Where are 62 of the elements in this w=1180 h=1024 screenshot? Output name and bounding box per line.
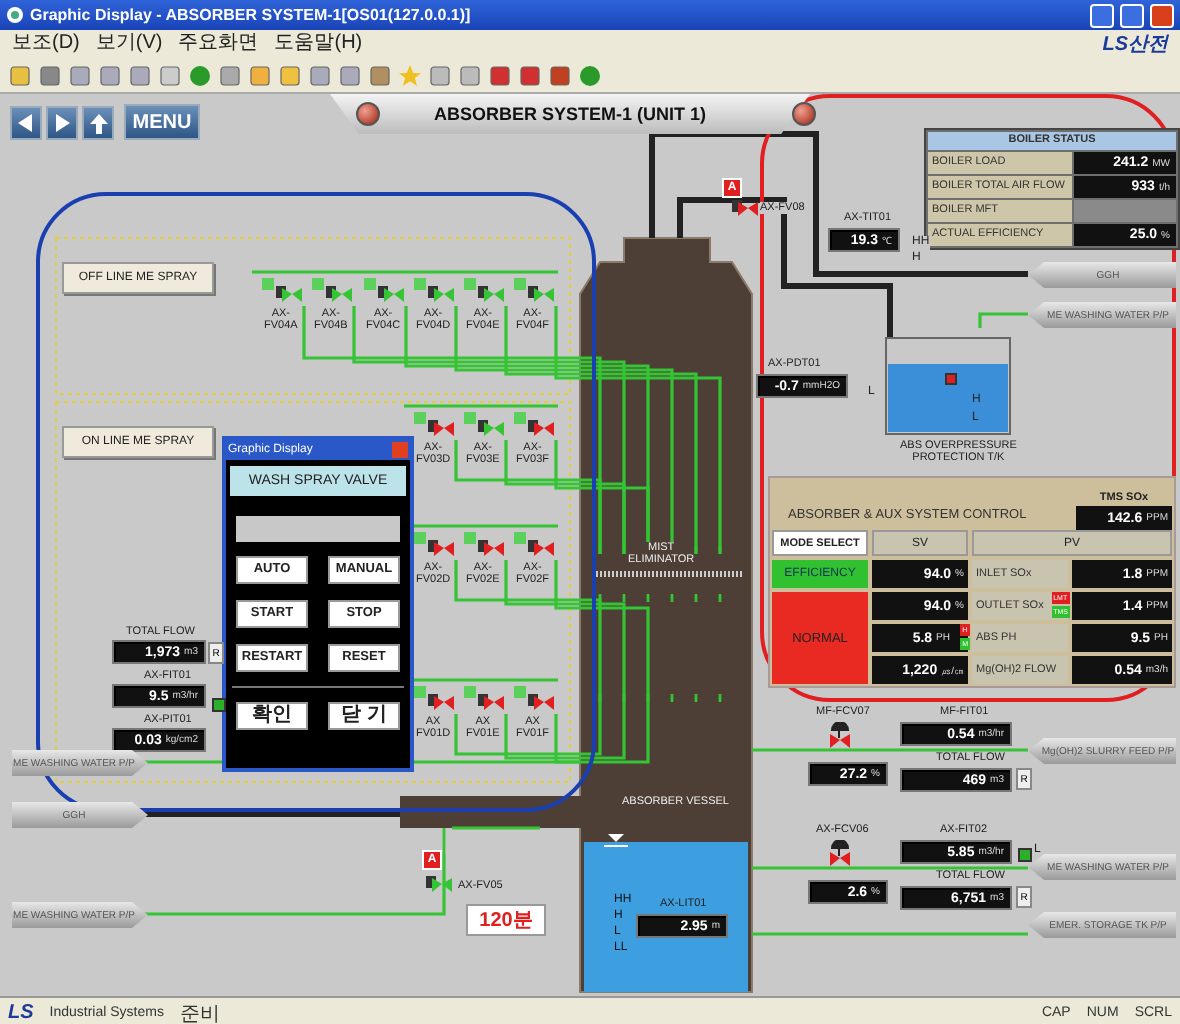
star-icon[interactable] xyxy=(398,63,422,87)
motor-indicator xyxy=(514,686,526,698)
motor-indicator xyxy=(414,686,426,698)
valve-icon[interactable] xyxy=(428,534,456,562)
valve-icon[interactable] xyxy=(478,534,506,562)
motor-indicator xyxy=(464,532,476,544)
valve-icon[interactable] xyxy=(528,280,556,308)
timer-display: 120분 xyxy=(466,904,546,936)
menu-button[interactable]: MENU xyxy=(124,104,200,140)
motor-indicator xyxy=(514,412,526,424)
up-arrow-icon xyxy=(89,113,107,133)
up-button[interactable] xyxy=(82,106,114,140)
valve-icon[interactable] xyxy=(326,280,354,308)
motor-indicator xyxy=(312,278,324,290)
valve-icon[interactable] xyxy=(276,280,304,308)
motor-indicator xyxy=(414,532,426,544)
footer-logo: LS xyxy=(8,1002,34,1024)
brand-logo: LS산전 xyxy=(1102,32,1168,58)
valve-icon[interactable] xyxy=(428,280,456,308)
dialog-button[interactable]: 확인 xyxy=(236,702,308,730)
menu-item[interactable]: 보조(D) xyxy=(12,32,80,56)
forward-button[interactable] xyxy=(46,106,78,140)
back-button[interactable] xyxy=(10,106,42,140)
motor-indicator xyxy=(414,412,426,424)
close-button[interactable] xyxy=(1150,3,1174,27)
valve-icon[interactable] xyxy=(428,414,456,442)
menu-item[interactable]: 주요화면 xyxy=(178,32,259,56)
status-text: 준비 xyxy=(179,1001,220,1024)
valve-icon[interactable] xyxy=(528,414,556,442)
motor-indicator xyxy=(514,278,526,290)
valve-icon[interactable] xyxy=(732,194,760,222)
minimize-button[interactable] xyxy=(1090,3,1114,27)
valve-icon[interactable] xyxy=(826,722,854,750)
app-icon xyxy=(6,6,24,24)
water-pipe xyxy=(978,312,1028,328)
status-indicator xyxy=(212,698,226,712)
motor-indicator xyxy=(514,532,526,544)
motor-indicator xyxy=(464,686,476,698)
window-title: Graphic Display - ABSORBER SYSTEM-1[OS01(127.0.0.1)] xyxy=(30,6,473,24)
tank-drawing xyxy=(885,337,1011,435)
indicator-lamp xyxy=(792,102,816,126)
valve-icon[interactable] xyxy=(426,870,454,898)
valve-icon[interactable] xyxy=(478,414,506,442)
valve-icon[interactable] xyxy=(478,688,506,716)
menu-item[interactable]: 도움말(H) xyxy=(274,32,363,56)
valve-icon[interactable] xyxy=(428,688,456,716)
motor-indicator xyxy=(464,412,476,424)
dialog-button[interactable]: 닫 기 xyxy=(328,702,400,730)
water-level-icon xyxy=(604,834,628,850)
status-indicator xyxy=(1018,848,1032,862)
valve-icon[interactable] xyxy=(378,280,406,308)
motor-indicator xyxy=(414,278,426,290)
screen-title: ABSORBER SYSTEM-1 (UNIT 1) xyxy=(433,104,706,124)
motor-indicator xyxy=(364,278,376,290)
valve-icon[interactable] xyxy=(826,840,854,868)
maximize-button[interactable] xyxy=(1120,3,1144,27)
valve-icon[interactable] xyxy=(528,688,556,716)
motor-indicator xyxy=(262,278,274,290)
menu-item[interactable]: 보기(V) xyxy=(95,32,163,56)
valve-icon[interactable] xyxy=(528,534,556,562)
motor-indicator xyxy=(464,278,476,290)
valve-icon[interactable] xyxy=(478,280,506,308)
